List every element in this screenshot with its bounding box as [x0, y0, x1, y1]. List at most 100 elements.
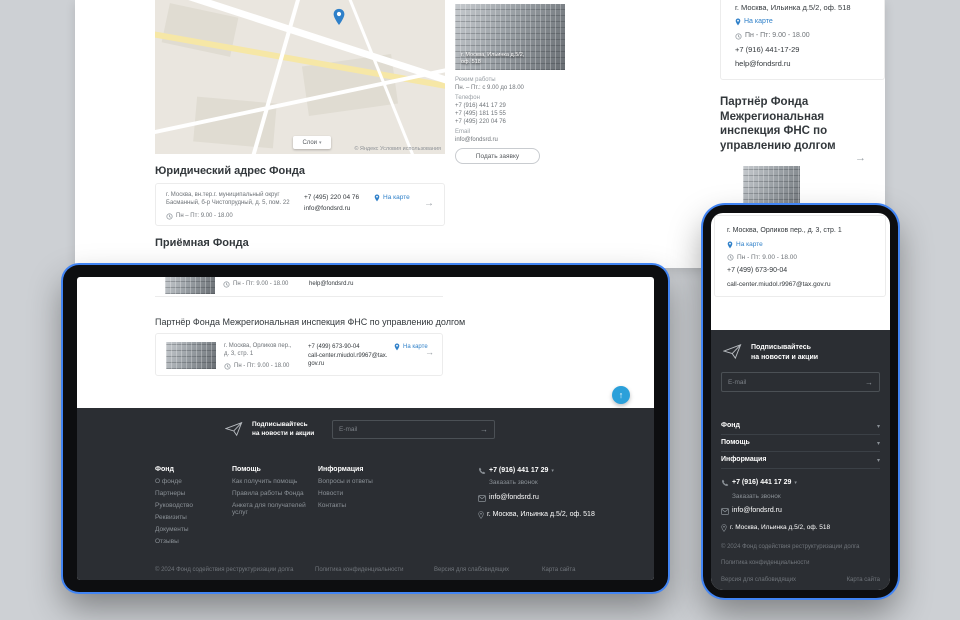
- newsletter-submit-arrow[interactable]: [480, 425, 494, 434]
- footer-email: info@fondsrd.ru: [489, 493, 539, 503]
- accordion-info[interactable]: Информация: [721, 452, 880, 469]
- accordion-help[interactable]: Помощь: [721, 435, 880, 452]
- footer-sitemap-link[interactable]: Карта сайта: [847, 577, 880, 583]
- footer-col-title: Помощь: [232, 466, 312, 473]
- sidebar-phone[interactable]: +7 (916) 441-17-29: [735, 45, 799, 55]
- footer-privacy-link[interactable]: Политика конфиденциальности: [315, 567, 404, 573]
- footer-phone: +7 (916) 441 17 29: [732, 478, 791, 488]
- newsletter-form: [721, 372, 880, 392]
- partner-email[interactable]: call-center.miudol.r9967@tax.gov.ru: [308, 352, 388, 368]
- mobile-address: г. Москва, Орликов пер., д. 3, стр. 1: [727, 226, 842, 236]
- tablet-footer: Подписывайтесь на новости и акции Фонд О…: [77, 408, 654, 580]
- arrow-right-icon[interactable]: [424, 198, 434, 209]
- mobile-footer: Подписывайтесь на новости и акции Фонд П…: [711, 330, 890, 590]
- partner-card: г. Москва, Орликов пер., д. 3, стр. 1 Пн…: [155, 333, 443, 376]
- footer-link[interactable]: Отзывы: [155, 538, 225, 545]
- legal-section-title: Юридический адрес Фонда: [155, 165, 305, 178]
- footer-email: info@fondsrd.ru: [732, 506, 782, 516]
- arrow-right-icon[interactable]: [855, 152, 866, 164]
- partner-hours: Пн - Пт: 9.00 - 18.00: [234, 362, 289, 370]
- footer-bottom-row: Версия для слабовидящих Карта сайта: [721, 577, 880, 583]
- footer-link[interactable]: Контакты: [318, 502, 396, 509]
- footer-link[interactable]: Анкета для получателей услуг: [232, 502, 312, 516]
- footer-link[interactable]: Реквизиты: [155, 514, 225, 521]
- map-attribution: © Яндекс Условия использования: [354, 146, 441, 152]
- footer-link[interactable]: Новости: [318, 490, 396, 497]
- legal-hours: Пн – Пт: 9.00 - 18.00: [176, 212, 233, 220]
- footer-link[interactable]: Правила работы Фонда: [232, 490, 312, 497]
- partner-phone[interactable]: +7 (499) 673-90-04: [308, 343, 360, 351]
- accordion-fond[interactable]: Фонд: [721, 418, 880, 435]
- pin-icon: [727, 241, 733, 249]
- footer-link[interactable]: Вопросы и ответы: [318, 478, 396, 485]
- map[interactable]: Слои © Яндекс Условия использования: [155, 0, 445, 154]
- footer-accessibility-link[interactable]: Версия для слабовидящих: [434, 567, 509, 573]
- reception-hours: Пн - Пт: 9.00 - 18.00: [233, 280, 288, 288]
- map-layers-control[interactable]: Слои: [293, 136, 331, 149]
- accordion-label: Информация: [721, 455, 766, 465]
- footer-link[interactable]: Документы: [155, 526, 225, 533]
- sidebar-email[interactable]: help@fondsrd.ru: [735, 59, 791, 69]
- footer-phone-row[interactable]: +7 (916) 441 17 29: [721, 478, 797, 488]
- footer-privacy-link[interactable]: Политика конфиденциальности: [721, 560, 810, 566]
- phone-link[interactable]: +7 (495) 181 15 55: [455, 110, 565, 118]
- design-canvas: Слои © Яндекс Условия использования г. М…: [0, 0, 960, 620]
- phone-link[interactable]: +7 (916) 441 17 29: [455, 102, 565, 110]
- scroll-top-button[interactable]: [612, 386, 630, 404]
- phone-icon: [721, 479, 729, 487]
- footer-link[interactable]: Руководство: [155, 502, 225, 509]
- footer-phone-row[interactable]: +7 (916) 441 17 29: [478, 466, 648, 476]
- footer-col-title: Фонд: [155, 466, 225, 473]
- legal-address-card: г. Москва, вн.тер.г. муниципальный округ…: [155, 183, 445, 226]
- email-link[interactable]: info@fondsrd.ru: [455, 136, 565, 144]
- footer-sitemap-link[interactable]: Карта сайта: [542, 567, 575, 573]
- phone-link[interactable]: +7 (495) 220 04 76: [455, 118, 565, 126]
- subscribe-text: Подписывайтесь на новости и акции: [751, 343, 818, 363]
- apply-button[interactable]: Подать заявку: [455, 148, 540, 164]
- legal-map-link[interactable]: На карте: [374, 193, 410, 202]
- chevron-down-icon: [877, 423, 880, 430]
- arrow-up-icon: [619, 390, 624, 400]
- mobile-phone[interactable]: +7 (499) 673-90-04: [727, 266, 787, 276]
- hours-label: Режим работы: [455, 76, 565, 84]
- footer-callback-link[interactable]: Заказать звонок: [489, 479, 648, 486]
- footer-email-row[interactable]: info@fondsrd.ru: [721, 506, 782, 516]
- footer-email-row[interactable]: info@fondsrd.ru: [478, 493, 648, 503]
- sidebar-address: г. Москва, Ильинка д.5/2, оф. 518: [735, 3, 851, 13]
- legal-map-link-label: На карте: [383, 193, 410, 202]
- mobile-email[interactable]: call-center.miudol.r9967@tax.gov.ru: [727, 280, 831, 289]
- legal-phone[interactable]: +7 (495) 220 04 76: [304, 193, 359, 202]
- partner-map-link-label: На карте: [403, 343, 428, 351]
- mobile-map-link[interactable]: На карте: [727, 240, 763, 249]
- legal-address: г. Москва, вн.тер.г. муниципальный округ…: [166, 191, 294, 207]
- sidebar-partner-title: Партнёр Фонда Межрегиональная инспекция …: [720, 95, 885, 153]
- footer-link[interactable]: Партнеры: [155, 490, 225, 497]
- subscribe-line2: на новости и акции: [252, 429, 314, 438]
- partner-map-link[interactable]: На карте: [394, 343, 428, 351]
- newsletter-submit-arrow[interactable]: [865, 378, 879, 387]
- partner-hours-row: Пн - Пт: 9.00 - 18.00: [224, 362, 289, 370]
- footer-link[interactable]: Как получить помощь: [232, 478, 312, 485]
- clock-icon: [166, 213, 173, 220]
- paper-plane-icon: [723, 343, 742, 360]
- mail-icon: [721, 508, 729, 515]
- footer-callback-link[interactable]: Заказать звонок: [732, 493, 781, 500]
- reception-email[interactable]: help@fondsrd.ru: [309, 280, 353, 288]
- email-label: Email: [455, 128, 565, 136]
- arrow-right-icon[interactable]: [425, 347, 434, 357]
- footer-col-help: Помощь Как получить помощь Правила работ…: [232, 466, 312, 516]
- clock-icon: [224, 363, 231, 370]
- sidebar-map-link[interactable]: На карте: [735, 17, 773, 27]
- legal-email[interactable]: info@fondsrd.ru: [304, 204, 350, 213]
- footer-accessibility-link[interactable]: Версия для слабовидящих: [721, 577, 796, 583]
- chevron-down-icon: [877, 440, 880, 447]
- newsletter-email-input[interactable]: [722, 379, 865, 386]
- mail-icon: [478, 495, 486, 502]
- footer-link[interactable]: О фонде: [155, 478, 225, 485]
- footer-address: г. Москва, Ильинка д.5/2, оф. 518: [730, 523, 830, 532]
- newsletter-email-input[interactable]: [333, 426, 480, 433]
- sidebar-office-card: г. Москва, Ильинка д.5/2, оф. 518 На кар…: [720, 0, 885, 80]
- pin-icon: [735, 18, 741, 26]
- map-pin-icon[interactable]: [332, 8, 346, 26]
- sidebar-hours: Пн - Пт: 9.00 - 18.00: [745, 31, 810, 41]
